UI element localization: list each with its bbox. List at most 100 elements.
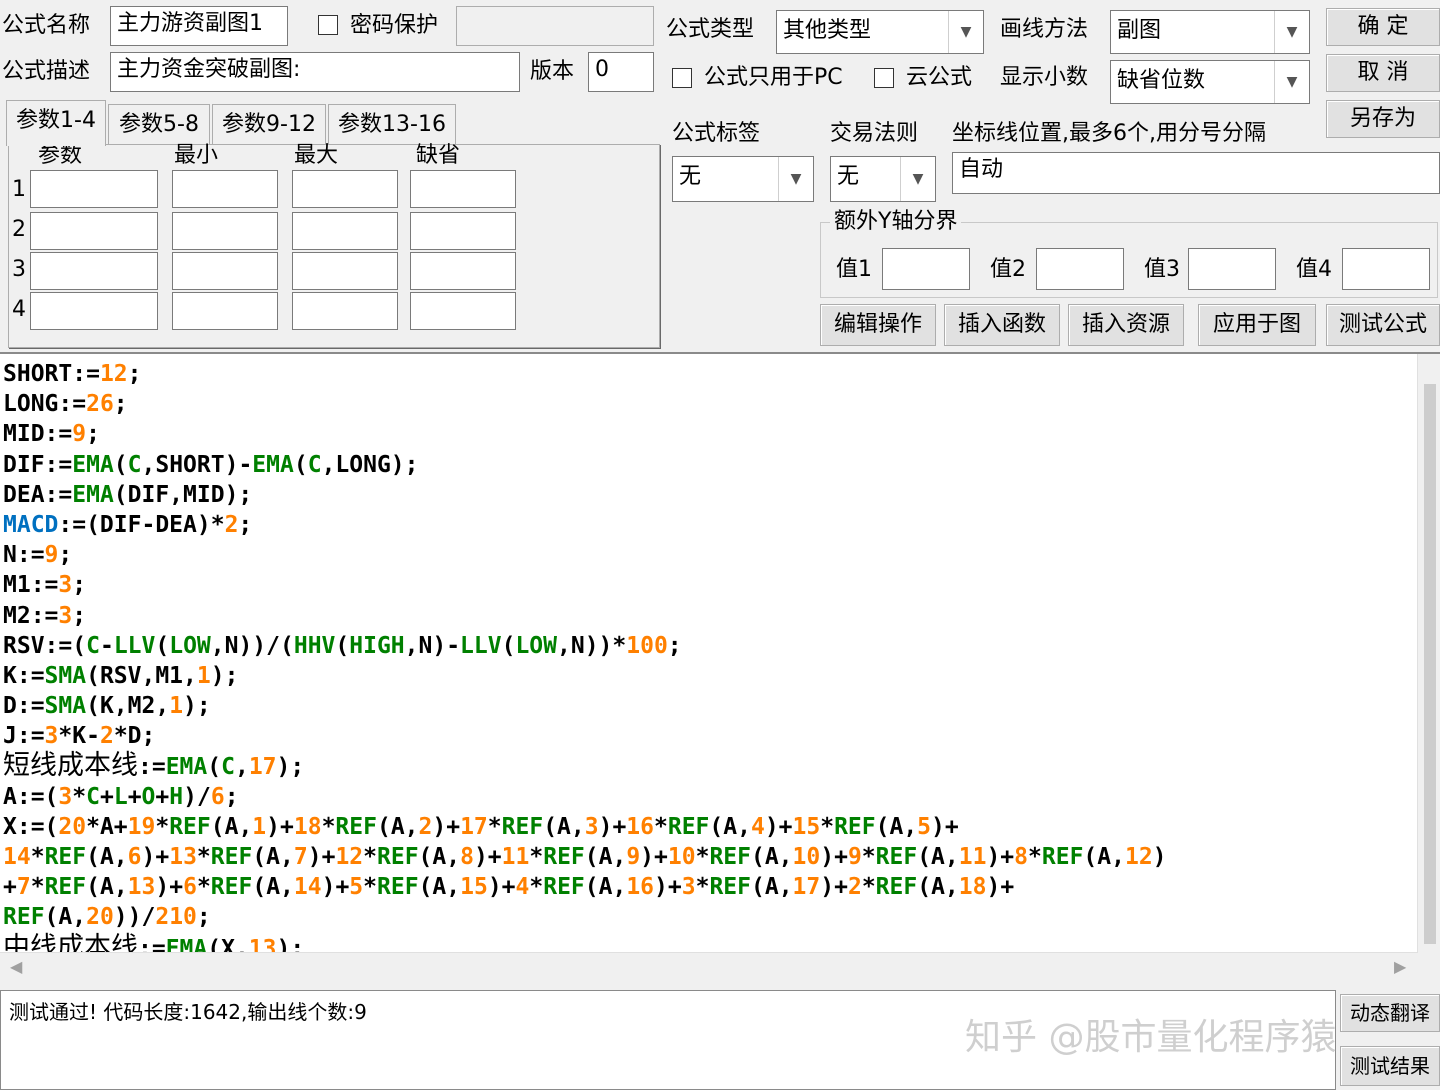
param-col-header: 参数 — [38, 143, 83, 168]
cloud-checkbox[interactable] — [874, 68, 894, 88]
apply-to-chart-button[interactable]: 应用于图 — [1198, 304, 1316, 346]
param-default-input[interactable] — [410, 252, 516, 290]
param-max-input[interactable] — [292, 292, 398, 330]
chevron-down-icon[interactable]: ▼ — [1274, 61, 1309, 103]
pc-only-checkbox[interactable] — [672, 68, 692, 88]
chevron-down-icon[interactable]: ▼ — [900, 157, 935, 201]
param-max-input[interactable] — [292, 252, 398, 290]
code-line: RSV:=(C-LLV(LOW,N))/(HHV(HIGH,N)-LLV(LOW… — [3, 632, 682, 659]
param-default-input[interactable] — [410, 212, 516, 250]
formula-name-input[interactable]: 主力游资副图1 — [110, 6, 288, 46]
tab-params-9-12[interactable]: 参数9-12 — [212, 104, 326, 144]
scrollbar-thumb[interactable] — [1424, 384, 1436, 944]
param-max-input[interactable] — [292, 170, 398, 208]
code-line: 短线成本线:=EMA(C,17); — [3, 750, 305, 782]
version-label: 版本 — [530, 59, 575, 84]
axis-position-label: 坐标线位置,最多6个,用分号分隔 — [952, 121, 1266, 146]
chevron-down-icon[interactable]: ▼ — [1274, 11, 1309, 53]
tab-params-13-16[interactable]: 参数13-16 — [328, 104, 456, 144]
password-label: 密码保护 — [350, 13, 439, 38]
formula-type-select[interactable]: 其他类型 ▼ — [776, 10, 984, 54]
draw-method-select[interactable]: 副图 ▼ — [1110, 10, 1310, 54]
formula-code-editor[interactable]: SHORT:=12; LONG:=26; MID:=9; DIF:=EMA(C,SHO… — [0, 352, 1440, 952]
param-default-input[interactable] — [410, 292, 516, 330]
param-min-input[interactable] — [172, 292, 278, 330]
param-row-number: 1 — [12, 177, 26, 202]
code-line: DEA:=EMA(DIF,MID); — [3, 481, 253, 508]
pc-only-label: 公式只用于PC — [704, 65, 843, 90]
param-max-input[interactable] — [292, 212, 398, 250]
scroll-left-icon[interactable]: ◀ — [10, 957, 22, 976]
trade-rule-value: 无 — [837, 164, 860, 189]
dynamic-translate-button[interactable]: 动态翻译 — [1340, 994, 1440, 1032]
code-line: MACD:=(DIF-DEA)*2; — [3, 511, 253, 538]
extra-y-axis-label: 额外Y轴分界 — [830, 208, 962, 236]
chevron-down-icon[interactable]: ▼ — [948, 11, 983, 53]
code-line: N:=9; — [3, 542, 73, 569]
horizontal-scrollbar[interactable]: ◀ ▶ — [0, 952, 1418, 984]
vertical-scrollbar[interactable] — [1417, 354, 1440, 952]
value3-input[interactable] — [1188, 248, 1276, 290]
value1-input[interactable] — [882, 248, 970, 290]
param-default-input[interactable] — [410, 170, 516, 208]
default-col-header: 缺省 — [416, 143, 461, 168]
param-name-input[interactable] — [30, 170, 158, 208]
save-as-button[interactable]: 另存为 — [1326, 100, 1440, 138]
axis-position-input[interactable]: 自动 — [952, 152, 1440, 194]
tab-params-1-4[interactable]: 参数1-4 — [6, 100, 106, 146]
formula-type-label: 公式类型 — [666, 17, 755, 42]
formula-tag-value: 无 — [679, 164, 702, 189]
value4-input[interactable] — [1342, 248, 1430, 290]
draw-method-value: 副图 — [1117, 18, 1162, 43]
param-min-input[interactable] — [172, 212, 278, 250]
formula-type-value: 其他类型 — [783, 18, 872, 43]
code-line: X:=(20*A+19*REF(A,1)+18*REF(A,2)+17*REF(… — [3, 813, 959, 840]
formula-desc-label: 公式描述 — [2, 59, 91, 84]
version-input[interactable]: 0 — [588, 52, 654, 92]
cloud-label: 云公式 — [906, 65, 973, 90]
code-line: REF(A,20))/210; — [3, 904, 211, 931]
code-line: K:=SMA(RSV,M1,1); — [3, 662, 239, 689]
value4-label: 值4 — [1296, 257, 1332, 282]
scroll-right-icon[interactable]: ▶ — [1394, 957, 1406, 976]
trade-rule-select[interactable]: 无 ▼ — [830, 156, 936, 202]
insert-resource-button[interactable]: 插入资源 — [1068, 304, 1184, 346]
test-formula-button[interactable]: 测试公式 — [1326, 304, 1440, 346]
value1-label: 值1 — [836, 257, 872, 282]
value3-label: 值3 — [1144, 257, 1180, 282]
code-line: MID:=9; — [3, 421, 100, 448]
edit-operations-button[interactable]: 编辑操作 — [820, 304, 936, 346]
trade-rule-label: 交易法则 — [830, 121, 919, 146]
code-line: M2:=3; — [3, 602, 87, 629]
code-line: DIF:=EMA(C,SHORT)-EMA(C,LONG); — [3, 451, 419, 478]
decimals-select[interactable]: 缺省位数 ▼ — [1110, 60, 1310, 104]
tab-params-5-8[interactable]: 参数5-8 — [108, 104, 210, 144]
param-name-input[interactable] — [30, 292, 158, 330]
code-line: +7*REF(A,13)+6*REF(A,14)+5*REF(A,15)+4*R… — [3, 874, 1015, 901]
password-input[interactable] — [456, 6, 654, 46]
insert-function-button[interactable]: 插入函数 — [944, 304, 1060, 346]
param-min-input[interactable] — [172, 252, 278, 290]
test-status-message: 测试通过! 代码长度:1642,输出线个数:9 — [9, 1000, 367, 1024]
chevron-down-icon[interactable]: ▼ — [778, 157, 813, 201]
param-name-input[interactable] — [30, 212, 158, 250]
param-name-input[interactable] — [30, 252, 158, 290]
param-row-number: 4 — [12, 297, 26, 322]
max-col-header: 最大 — [294, 143, 339, 168]
formula-tag-select[interactable]: 无 ▼ — [672, 156, 814, 202]
cancel-button[interactable]: 取 消 — [1326, 54, 1440, 92]
ok-button[interactable]: 确 定 — [1326, 8, 1440, 46]
param-min-input[interactable] — [172, 170, 278, 208]
code-line: LONG:=26; — [3, 391, 128, 418]
test-result-button[interactable]: 测试结果 — [1340, 1046, 1440, 1086]
code-line: M1:=3; — [3, 572, 87, 599]
formula-desc-input[interactable]: 主力资金突破副图: — [110, 52, 520, 92]
password-checkbox[interactable] — [318, 15, 338, 35]
value2-input[interactable] — [1036, 248, 1124, 290]
draw-method-label: 画线方法 — [1000, 17, 1089, 42]
decimals-label: 显示小数 — [1000, 65, 1089, 90]
formula-name-label: 公式名称 — [2, 13, 91, 38]
code-line: SHORT:=12; — [3, 361, 142, 387]
watermark-text: 知乎 @股市量化程序猿 — [965, 1017, 1337, 1058]
code-line: 中线成本线:=EMA(X,13); — [3, 931, 305, 952]
